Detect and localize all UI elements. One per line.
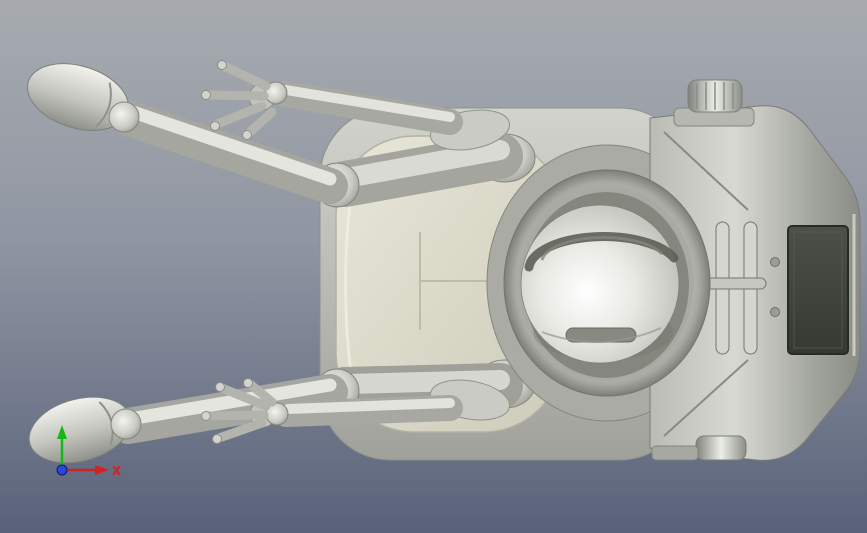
finger-segment xyxy=(203,90,269,101)
bottom-cylinder xyxy=(695,435,747,461)
bottom-step xyxy=(651,445,699,461)
fingertip xyxy=(215,382,225,392)
viewport-canvas[interactable]: X xyxy=(0,0,867,533)
finger-segment xyxy=(203,410,269,421)
fingertip xyxy=(210,121,220,131)
cad-viewport[interactable]: X xyxy=(0,0,867,533)
origin-dot xyxy=(56,464,68,476)
dark-inset-panel xyxy=(787,225,849,355)
fingertip xyxy=(243,378,253,388)
upper-ankle-joint xyxy=(108,101,140,133)
lower-ankle-joint xyxy=(110,408,142,440)
fingertip xyxy=(217,60,227,70)
fingertip xyxy=(242,130,252,140)
screw xyxy=(770,307,780,317)
fingertip xyxy=(201,411,211,421)
fingertip xyxy=(201,90,211,100)
x-axis-label: X xyxy=(112,464,122,478)
fingertip xyxy=(212,434,222,444)
crossbar xyxy=(701,277,767,290)
screw xyxy=(770,257,780,267)
lower-arm-highlight xyxy=(283,398,455,414)
